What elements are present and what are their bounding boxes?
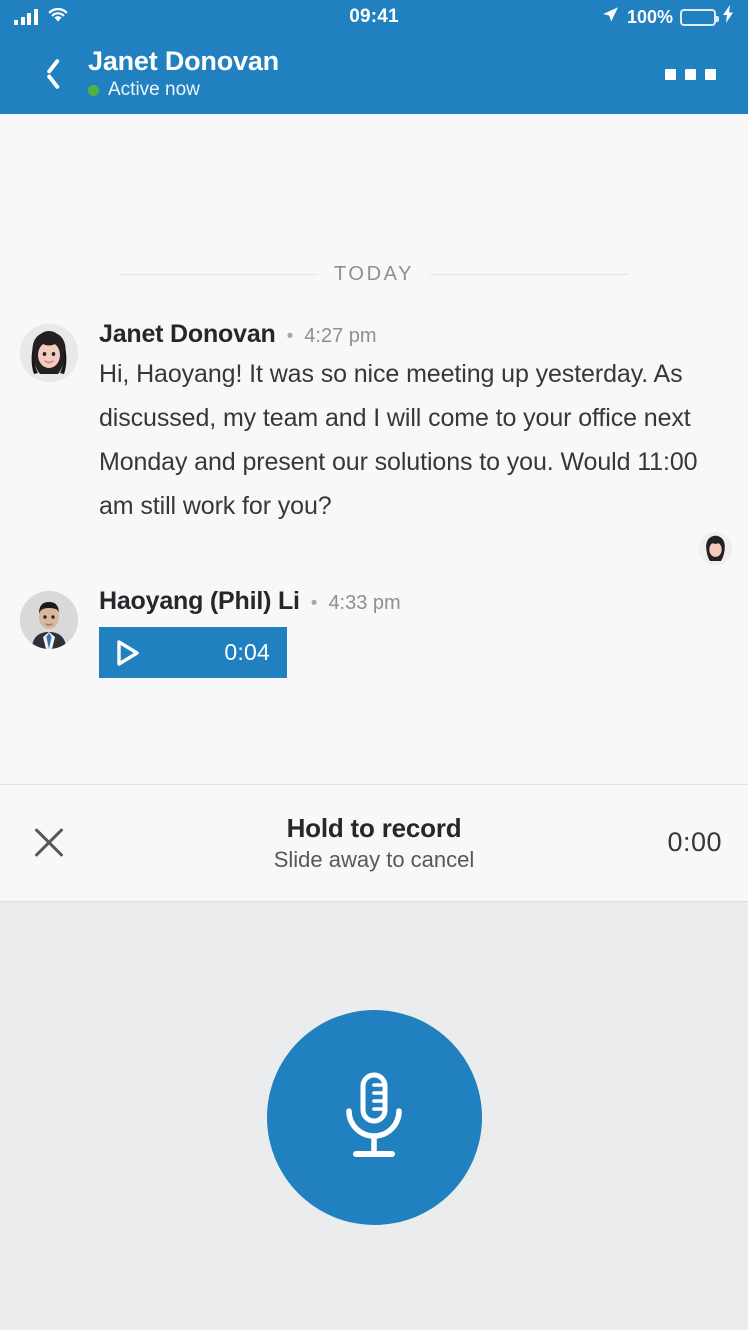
message-timestamp: 4:27 pm	[304, 325, 376, 348]
battery-full-icon	[680, 9, 716, 26]
microphone-record-button[interactable]	[267, 1010, 482, 1225]
record-title: Hold to record	[287, 813, 462, 844]
voice-message-bubble[interactable]: 0:04	[99, 627, 287, 678]
more-options-icon[interactable]	[655, 59, 726, 90]
lightning-bolt-icon	[723, 5, 734, 29]
message-body: Janet Donovan • 4:27 pm Hi, Haoyang! It …	[99, 320, 728, 528]
chat-screen: 09:41 100% Janet Donovan Active now	[0, 0, 748, 1330]
message-meta: Haoyang (Phil) Li • 4:33 pm	[99, 587, 728, 616]
online-dot-icon	[88, 85, 99, 96]
play-triangle-icon[interactable]	[116, 640, 140, 666]
day-divider-line-left	[120, 274, 318, 275]
status-bar: 09:41 100%	[0, 0, 748, 34]
message-separator: •	[287, 326, 294, 348]
presence-status: Active now	[88, 79, 279, 101]
read-receipt	[0, 532, 748, 565]
day-divider: TODAY	[120, 263, 628, 286]
day-divider-line-right	[430, 274, 628, 275]
back-chevron-icon[interactable]	[34, 51, 64, 97]
message-author: Haoyang (Phil) Li	[99, 587, 300, 616]
message-separator: •	[311, 593, 318, 615]
chat-header: Janet Donovan Active now	[0, 34, 748, 114]
message-item: Haoyang (Phil) Li • 4:33 pm 0:04	[0, 587, 748, 678]
presence-label: Active now	[108, 79, 200, 101]
day-divider-label: TODAY	[334, 263, 414, 286]
voice-message-duration: 0:04	[224, 639, 270, 666]
contact-name: Janet Donovan	[88, 47, 279, 77]
message-body: Haoyang (Phil) Li • 4:33 pm 0:04	[99, 587, 728, 678]
record-timer: 0:00	[667, 827, 722, 858]
location-arrow-icon	[601, 5, 620, 30]
message-text: Hi, Haoyang! It was so nice meeting up y…	[99, 352, 699, 528]
message-list[interactable]: TODAY Janet Donovan	[0, 114, 748, 784]
message-item: Janet Donovan • 4:27 pm Hi, Haoyang! It …	[0, 320, 748, 528]
message-author: Janet Donovan	[99, 320, 276, 349]
avatar-haoyang-phil-li[interactable]	[20, 591, 78, 649]
message-meta: Janet Donovan • 4:27 pm	[99, 320, 728, 349]
microphone-icon	[331, 1069, 417, 1165]
status-bar-right: 100%	[601, 5, 734, 30]
avatar-janet-donovan[interactable]	[20, 324, 78, 382]
record-instructions: Hold to record Slide away to cancel	[0, 813, 748, 873]
mic-panel	[0, 902, 748, 1330]
message-timestamp: 4:33 pm	[328, 592, 400, 615]
record-subtitle: Slide away to cancel	[274, 847, 475, 873]
battery-percent-label: 100%	[627, 7, 673, 28]
record-bar: Hold to record Slide away to cancel 0:00	[0, 784, 748, 902]
header-titles[interactable]: Janet Donovan Active now	[88, 47, 279, 102]
read-receipt-avatar[interactable]	[699, 532, 732, 565]
